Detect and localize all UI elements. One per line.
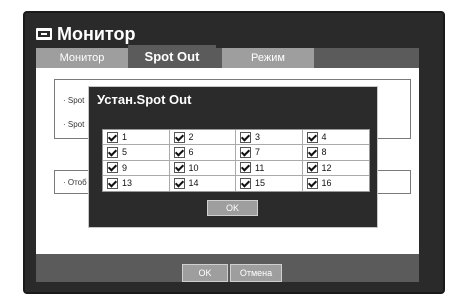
channel-label: 8 — [321, 147, 327, 158]
spot-label-1: · Spot — [63, 96, 85, 105]
channel-label: 6 — [188, 147, 194, 158]
dialog-title: Устан.Spot Out — [97, 92, 192, 107]
display-label: · Отоб — [63, 178, 87, 187]
checkbox-checked-icon — [173, 162, 185, 174]
checkbox-checked-icon — [240, 162, 251, 174]
channel-label: 5 — [122, 147, 128, 158]
channel-label: 10 — [188, 162, 199, 173]
channel-checkbox[interactable]: 9 — [103, 160, 170, 176]
channel-checkbox[interactable]: 3 — [236, 130, 303, 146]
tab-monitor[interactable]: Монитор — [36, 48, 128, 68]
channel-checkbox[interactable]: 8 — [302, 145, 369, 161]
checkbox-checked-icon — [306, 131, 318, 143]
checkbox-checked-icon — [240, 177, 251, 189]
channel-label: 7 — [255, 147, 261, 158]
channel-label: 12 — [321, 162, 332, 173]
spot-out-dialog: Устан.Spot Out 1 2 3 4 5 6 7 8 9 10 11 1… — [88, 86, 378, 228]
channel-checkbox[interactable]: 11 — [236, 160, 303, 176]
monitor-icon — [36, 28, 52, 40]
channel-label: 4 — [321, 132, 327, 143]
dialog-ok-button[interactable]: OK — [207, 200, 258, 216]
tab-bar: Монитор Spot Out Режим — [36, 45, 419, 68]
checkbox-checked-icon — [173, 177, 185, 189]
channel-label: 1 — [122, 132, 128, 143]
checkbox-checked-icon — [306, 146, 318, 158]
channel-checkbox[interactable]: 1 — [103, 130, 170, 146]
channel-checkbox[interactable]: 7 — [236, 145, 303, 161]
checkbox-checked-icon — [107, 162, 118, 174]
channel-checkbox[interactable]: 4 — [302, 130, 369, 146]
channel-label: 13 — [122, 178, 133, 189]
channel-grid: 1 2 3 4 5 6 7 8 9 10 11 12 13 14 15 16 — [102, 129, 370, 192]
channel-checkbox[interactable]: 6 — [169, 145, 236, 161]
checkbox-checked-icon — [240, 146, 251, 158]
channel-checkbox[interactable]: 15 — [236, 175, 303, 191]
window-title: Монитор — [57, 24, 136, 44]
channel-checkbox[interactable]: 14 — [170, 175, 236, 191]
channel-checkbox[interactable]: 5 — [103, 145, 170, 161]
channel-label: 3 — [255, 132, 261, 143]
channel-checkbox[interactable]: 12 — [302, 161, 369, 176]
ok-button[interactable]: OK — [182, 264, 228, 282]
channel-checkbox[interactable]: 13 — [103, 175, 170, 191]
spot-label-2: · Spot — [63, 120, 85, 129]
checkbox-checked-icon — [107, 131, 118, 143]
checkbox-checked-icon — [107, 177, 118, 189]
checkbox-checked-icon — [306, 177, 318, 189]
tab-spot-out[interactable]: Spot Out — [128, 45, 216, 68]
channel-label: 16 — [321, 178, 332, 189]
tab-mode[interactable]: Режим — [222, 48, 314, 68]
channel-label: 11 — [255, 162, 265, 173]
channel-label: 15 — [255, 178, 266, 189]
channel-label: 14 — [188, 178, 199, 189]
channel-label: 2 — [188, 132, 194, 143]
channel-checkbox[interactable]: 16 — [303, 176, 370, 191]
channel-checkbox[interactable]: 2 — [169, 130, 236, 146]
checkbox-checked-icon — [306, 162, 318, 174]
checkbox-checked-icon — [173, 146, 185, 158]
checkbox-checked-icon — [173, 131, 185, 143]
channel-checkbox[interactable]: 10 — [169, 160, 236, 176]
checkbox-checked-icon — [107, 146, 118, 158]
checkbox-checked-icon — [240, 131, 251, 143]
cancel-button[interactable]: Отмена — [230, 264, 282, 282]
channel-label: 9 — [122, 162, 128, 173]
